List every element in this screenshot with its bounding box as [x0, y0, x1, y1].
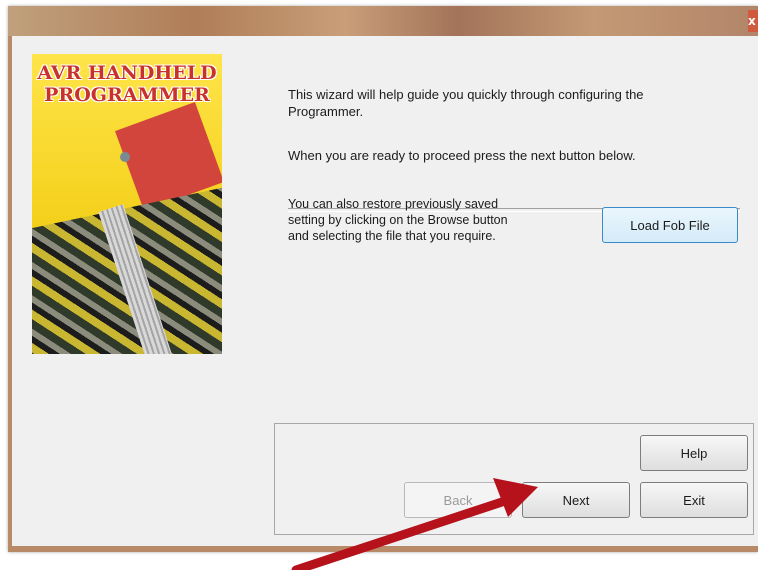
intro-line1: This wizard will help guide you quickly … [288, 87, 644, 102]
programmer-logo-image: AVR HANDHELD PROGRAMMER [32, 54, 222, 354]
logo-title-line1: AVR HANDHELD [37, 62, 217, 84]
logo-title-line2: PROGRAMMER [44, 84, 210, 106]
title-bar[interactable]: x [8, 6, 758, 36]
wizard-content: AVR HANDHELD PROGRAMMER This wizard will… [12, 36, 758, 546]
proceed-text: When you are ready to proceed press the … [288, 148, 636, 163]
close-button[interactable]: x [748, 10, 758, 32]
next-button[interactable]: Next [522, 482, 630, 518]
help-button[interactable]: Help [640, 435, 748, 471]
load-fob-file-button[interactable]: Load Fob File [602, 207, 738, 243]
restore-line2: setting by clicking on the Browse button [288, 213, 508, 227]
logo-led [120, 152, 130, 162]
restore-line3: and selecting the file that you require. [288, 229, 496, 243]
logo-title: AVR HANDHELD PROGRAMMER [32, 62, 222, 106]
intro-line2: Programmer. [288, 104, 364, 119]
back-button[interactable]: Back [404, 482, 512, 518]
restore-text: You can also restore previously saved se… [288, 196, 508, 244]
intro-text: This wizard will help guide you quickly … [288, 86, 644, 120]
restore-line1: You can also restore previously saved [288, 197, 499, 211]
exit-button[interactable]: Exit [640, 482, 748, 518]
wizard-window: x AVR HANDHELD PROGRAMMER This wizard wi… [8, 6, 758, 552]
